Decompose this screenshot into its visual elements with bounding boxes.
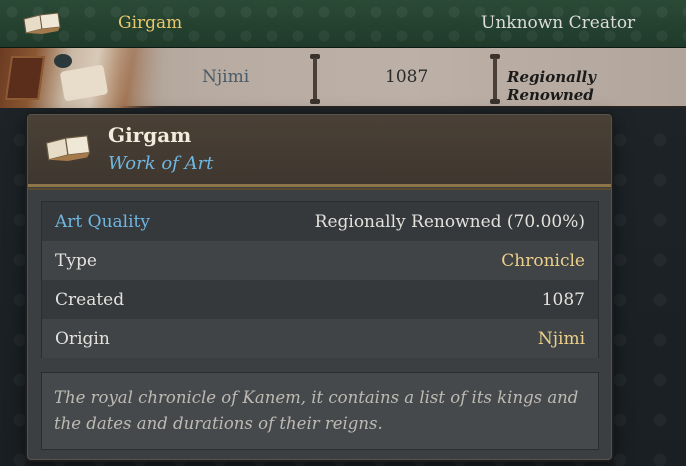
art-quality-label[interactable]: Art Quality [55,212,150,232]
table-row: Type Chronicle [42,241,598,280]
table-row: Origin Njimi [42,319,598,358]
artifact-detail-row[interactable]: Njimi 1087 Regionally Renowned [0,48,686,108]
book-icon [45,135,91,161]
artifact-origin: Njimi [202,67,250,87]
created-value: 1087 [541,290,585,310]
type-value[interactable]: Chronicle [501,251,585,271]
created-label: Created [55,290,125,310]
column-divider [310,54,320,104]
tooltip-description: The royal chronicle of Kanem, it contain… [41,372,599,450]
artifact-painting-thumbnail [0,48,170,108]
table-row: Created 1087 [42,280,598,319]
art-quality-value: Regionally Renowned (70.00%) [314,212,585,232]
artifact-renown: Regionally Renowned [507,68,596,104]
artifact-list-row[interactable]: Girgam Unknown Creator [0,0,686,48]
tooltip-title: Girgam [108,123,192,147]
origin-value[interactable]: Njimi [538,329,585,349]
tooltip-header: Girgam Work of Art [28,115,611,190]
type-label: Type [55,251,97,271]
table-row: Art Quality Regionally Renowned (70.00%) [42,202,598,241]
artifact-tooltip: Girgam Work of Art Art Quality Regionall… [27,114,612,460]
book-icon [23,12,61,34]
tooltip-stats-table: Art Quality Regionally Renowned (70.00%)… [41,201,599,358]
origin-label: Origin [55,329,110,349]
artifact-year: 1087 [385,67,429,87]
column-divider [490,54,500,104]
artifact-creator: Unknown Creator [481,13,636,33]
artifact-title: Girgam [118,13,183,33]
tooltip-subtitle: Work of Art [108,153,214,174]
